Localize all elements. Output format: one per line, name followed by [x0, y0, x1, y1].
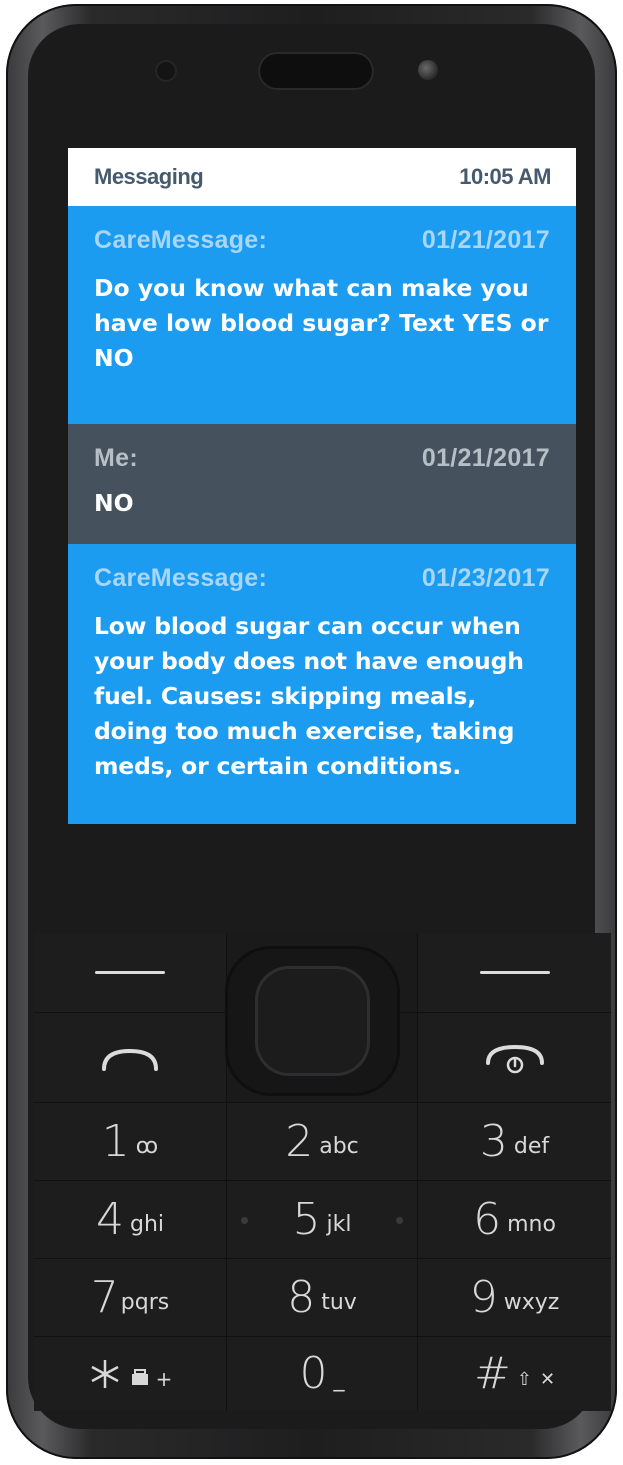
- message-item[interactable]: CareMessage: 01/23/2017 Low blood sugar …: [68, 544, 576, 824]
- message-date: 01/21/2017: [421, 226, 550, 254]
- message-header: CareMessage: 01/21/2017: [94, 226, 550, 255]
- message-sender: Me:: [94, 444, 138, 472]
- tactile-dot: [396, 1217, 403, 1224]
- shift-icon: ⇧: [516, 1368, 532, 1390]
- app-title: Messaging: [94, 164, 204, 189]
- key-4[interactable]: 4 ghi: [34, 1181, 227, 1259]
- star-key-icon: [91, 1360, 119, 1388]
- clock: 10:05 AM: [459, 164, 551, 189]
- message-sender: CareMessage:: [94, 564, 268, 592]
- navigation-pad[interactable]: [225, 946, 400, 1096]
- end-call-button[interactable]: [418, 1013, 611, 1103]
- front-camera: [155, 60, 177, 82]
- soft-key-dash-icon: [479, 971, 550, 974]
- message-date: 01/21/2017: [421, 444, 550, 472]
- key-9[interactable]: 9 wxyz: [418, 1259, 611, 1337]
- message-item[interactable]: CareMessage: 01/21/2017 Do you know what…: [68, 206, 576, 424]
- right-soft-key[interactable]: [418, 933, 611, 1013]
- earpiece-speaker: [258, 52, 374, 90]
- key-8[interactable]: 8 tuv: [227, 1259, 418, 1337]
- message-text: Do you know what can make you have low b…: [94, 274, 549, 372]
- input-mode-icon: [131, 1369, 148, 1385]
- end-call-icon: [485, 1044, 544, 1073]
- key-2[interactable]: 2 abc: [227, 1103, 418, 1181]
- nav-select-button[interactable]: [255, 966, 370, 1076]
- key-3[interactable]: 3 def: [418, 1103, 611, 1181]
- tactile-dot: [241, 1217, 248, 1224]
- message-text: NO: [94, 489, 134, 517]
- proximity-sensor: [418, 60, 438, 80]
- message-item[interactable]: Me: 01/21/2017 NO: [68, 424, 576, 544]
- message-date: 01/23/2017: [421, 564, 550, 592]
- space-icon: _: [333, 1366, 345, 1392]
- key-0[interactable]: 0 _: [227, 1337, 418, 1411]
- silent-icon: ✕: [539, 1368, 556, 1390]
- key-6[interactable]: 6 mno: [418, 1181, 611, 1259]
- message-sender: CareMessage:: [94, 226, 268, 254]
- message-header: CareMessage: 01/23/2017: [94, 564, 550, 593]
- call-button[interactable]: [34, 1013, 227, 1103]
- message-header: Me: 01/21/2017: [94, 444, 550, 473]
- key-7[interactable]: 7 pqrs: [34, 1259, 227, 1337]
- status-bar: Messaging 10:05 AM: [68, 148, 576, 206]
- key-5[interactable]: 5 jkl: [227, 1181, 418, 1259]
- key-star[interactable]: +: [34, 1337, 227, 1411]
- message-text: Low blood sugar can occur when your body…: [94, 612, 524, 780]
- soft-key-dash-icon: [95, 971, 165, 974]
- call-icon: [102, 1048, 158, 1071]
- key-hash[interactable]: # ⇧ ✕: [418, 1337, 611, 1411]
- left-soft-key[interactable]: [34, 933, 227, 1013]
- voicemail-icon: ꝏ: [135, 1134, 159, 1159]
- key-1[interactable]: 1 ꝏ: [34, 1103, 227, 1181]
- phone-screen: Messaging 10:05 AM CareMessage: 01/21/20…: [68, 148, 576, 824]
